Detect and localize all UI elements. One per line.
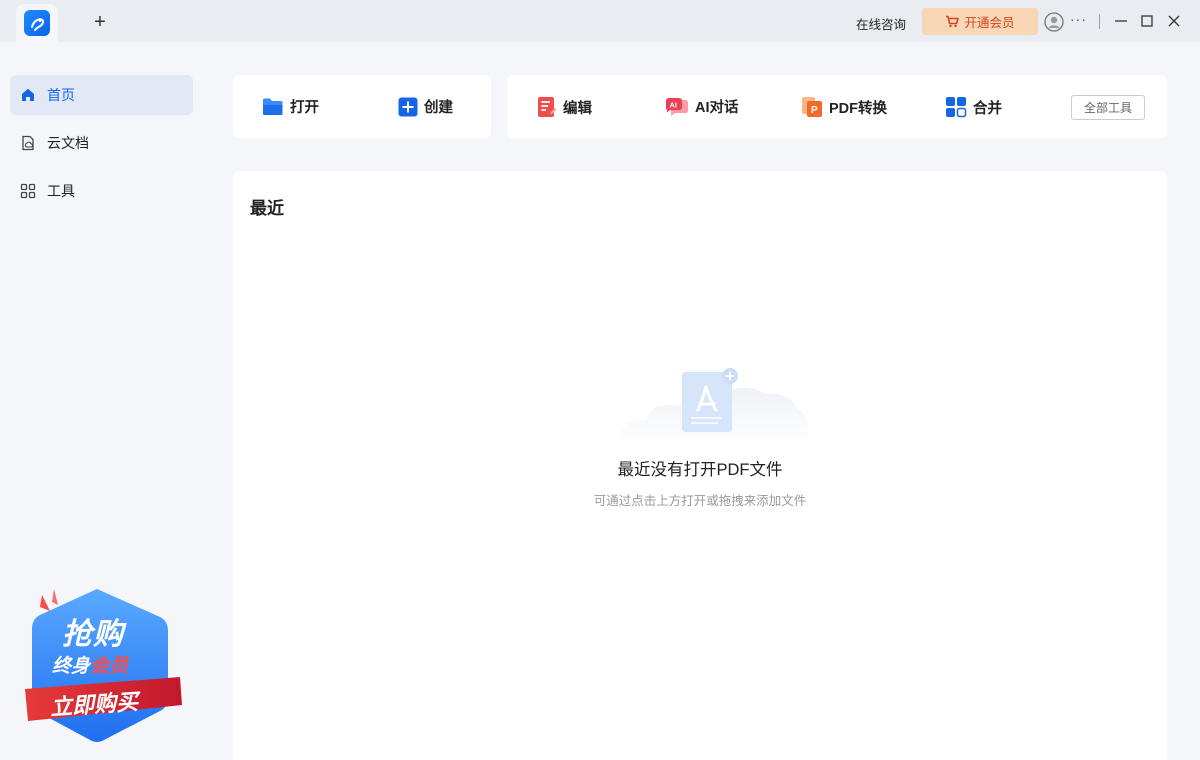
titlebar-divider	[1099, 14, 1100, 29]
create-plus-icon	[398, 97, 418, 116]
user-avatar-icon[interactable]	[1044, 12, 1064, 32]
app-logo-icon	[24, 10, 50, 36]
create-label: 创建	[424, 100, 453, 116]
promo-line1: 抢购	[62, 618, 124, 651]
pdf-convert-button[interactable]: P PDF转换	[801, 96, 887, 118]
home-icon	[22, 88, 34, 101]
merge-icon	[946, 97, 967, 118]
close-icon[interactable]	[1164, 11, 1184, 31]
maximize-icon[interactable]	[1137, 11, 1157, 31]
sidebar-item-label: 工具	[47, 183, 75, 199]
sidebar-item-label: 首页	[47, 87, 75, 103]
title-bar: + 在线咨询 开通会员 ···	[0, 0, 1200, 42]
svg-text:P: P	[811, 105, 818, 116]
folder-open-icon	[263, 98, 283, 115]
lifetime-vip-promo[interactable]: 抢购 终身会员 立即购买	[22, 585, 184, 745]
home-tab[interactable]	[16, 4, 58, 42]
grid-icon	[20, 183, 36, 199]
cloud-doc-icon	[22, 135, 34, 151]
edit-button[interactable]: 编辑	[537, 96, 592, 118]
sidebar-item-home[interactable]: 首页	[10, 75, 193, 115]
open-vip-button[interactable]: 开通会员	[922, 8, 1038, 35]
sidebar-item-tools[interactable]: 工具	[10, 171, 193, 211]
open-label: 打开	[290, 100, 319, 116]
edit-label: 编辑	[563, 100, 592, 117]
ai-chat-icon: AI	[666, 97, 688, 116]
cart-icon	[946, 15, 960, 28]
sidebar-item-cloud-docs[interactable]: 云文档	[10, 123, 193, 163]
minimize-icon[interactable]	[1111, 11, 1131, 31]
open-vip-label: 开通会员	[964, 16, 1015, 30]
merge-button[interactable]: 合并	[945, 96, 1002, 118]
tools-toolbar: 编辑 AI AI对话 P PDF转换 合并 全部工具	[507, 75, 1167, 138]
ai-chat-button[interactable]: AI AI对话	[665, 96, 739, 117]
open-button[interactable]: 打开	[262, 96, 319, 117]
recent-title: 最近	[250, 199, 284, 218]
promo-line2a: 终身	[52, 656, 91, 677]
svg-text:AI: AI	[670, 100, 678, 109]
new-tab-button[interactable]: +	[90, 12, 110, 32]
main-content: 打开 创建 编辑 AI AI对话 P PDF转换 合并 全部工具 最近 最近没有…	[202, 42, 1200, 760]
recent-files-panel: 最近 最近没有打开PDF文件 可通过点击上方打开或拖拽来添加文件	[233, 171, 1167, 760]
empty-pdf-illustration-icon	[618, 368, 808, 444]
more-menu-icon[interactable]: ···	[1070, 11, 1092, 31]
pdf-convert-icon: P	[802, 97, 822, 117]
ai-chat-label: AI对话	[695, 100, 739, 116]
empty-state-title: 最近没有打开PDF文件	[617, 461, 783, 479]
online-consult-link[interactable]: 在线咨询	[856, 14, 906, 33]
pdf-convert-label: PDF转换	[829, 100, 887, 117]
edit-icon	[538, 97, 557, 117]
empty-state-subtitle: 可通过点击上方打开或拖拽来添加文件	[593, 494, 807, 508]
sidebar-item-label: 云文档	[47, 135, 89, 151]
create-button[interactable]: 创建	[398, 96, 453, 117]
promo-buy-button[interactable]: 立即购买	[49, 684, 139, 722]
all-tools-button[interactable]: 全部工具	[1071, 95, 1145, 120]
merge-label: 合并	[973, 100, 1002, 117]
promo-line2b: 会员	[90, 656, 129, 677]
file-toolbar: 打开 创建	[233, 75, 491, 138]
